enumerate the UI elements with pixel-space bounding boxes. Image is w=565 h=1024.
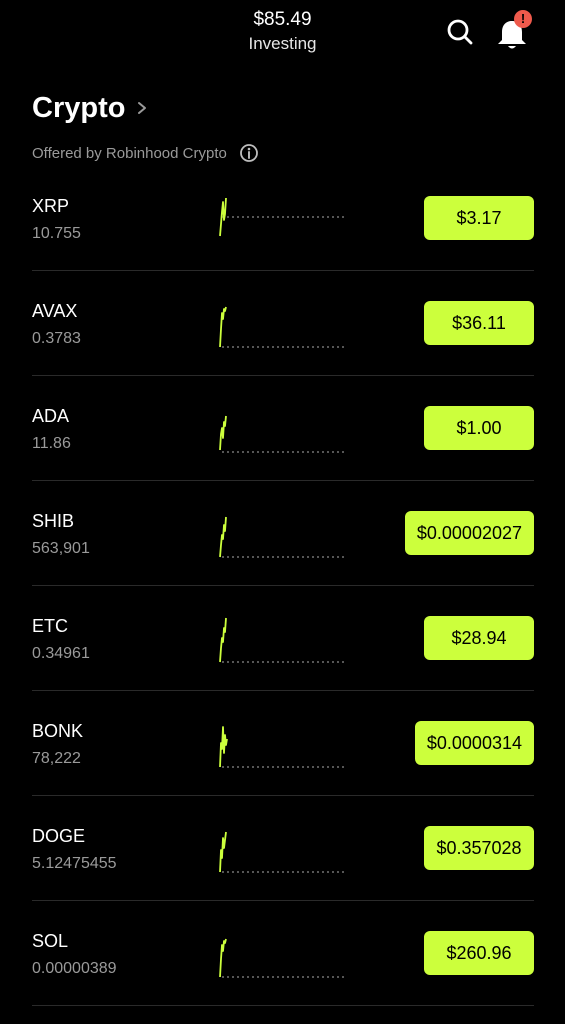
price-button[interactable]: $0.357028 [424, 826, 534, 870]
crypto-section-header[interactable]: Crypto [32, 88, 149, 128]
section-subtitle: Offered by Robinhood Crypto [32, 141, 259, 165]
price-button[interactable]: $36.11 [424, 301, 534, 345]
price-button[interactable]: $28.94 [424, 616, 534, 660]
price-button[interactable]: $260.96 [424, 931, 534, 975]
price-button[interactable]: $1.00 [424, 406, 534, 450]
crypto-symbol: ETC [32, 616, 68, 636]
sparkline-chart [219, 617, 346, 663]
price-button[interactable]: $0.0000314 [414, 721, 534, 765]
crypto-symbol: AVAX [32, 301, 78, 321]
crypto-quantity: 0.3783 [32, 330, 81, 347]
sparkline-chart [219, 516, 346, 558]
crypto-row[interactable]: AVAX 0.3783 $36.11 [0, 271, 565, 376]
sparkline-chart [219, 831, 346, 873]
search-button[interactable] [444, 16, 476, 48]
crypto-quantity: 78,222 [32, 750, 81, 767]
crypto-quantity: 563,901 [32, 540, 90, 557]
sparkline-chart [219, 197, 346, 237]
crypto-holdings-list: XRP 10.755 $3.17 AVAX 0.3783 $36.11 ADA … [0, 166, 565, 1006]
crypto-row[interactable]: ADA 11.86 $1.00 [0, 376, 565, 481]
crypto-quantity: 10.755 [32, 225, 81, 242]
crypto-quantity: 5.12475455 [32, 855, 117, 872]
crypto-row[interactable]: BONK 78,222 $0.0000314 [0, 691, 565, 796]
crypto-symbol: BONK [32, 721, 84, 741]
info-icon[interactable] [239, 143, 259, 163]
subtitle-text: Offered by Robinhood Crypto [32, 144, 227, 162]
notification-badge: ! [514, 10, 532, 28]
notifications-button[interactable]: ! [494, 8, 540, 50]
portfolio-value: $85.49 [253, 9, 312, 30]
crypto-row[interactable]: SHIB 563,901 $0.00002027 [0, 481, 565, 586]
search-icon [447, 19, 473, 45]
sparkline-chart [219, 306, 346, 348]
sparkline-chart [219, 938, 346, 978]
sparkline-chart [219, 415, 346, 453]
crypto-symbol: ADA [32, 406, 70, 426]
crypto-symbol: SOL [32, 931, 69, 951]
section-title: Crypto [32, 92, 126, 124]
crypto-symbol: SHIB [32, 511, 75, 531]
portfolio-label: Investing [248, 34, 317, 53]
price-button[interactable]: $0.00002027 [404, 511, 534, 555]
chevron-right-icon [138, 102, 147, 114]
crypto-symbol: XRP [32, 196, 70, 216]
crypto-row[interactable]: ETC 0.34961 $28.94 [0, 586, 565, 691]
crypto-symbol: DOGE [32, 826, 86, 846]
crypto-row[interactable]: DOGE 5.12475455 $0.357028 [0, 796, 565, 901]
price-button[interactable]: $3.17 [424, 196, 534, 240]
portfolio-summary[interactable]: $85.49 Investing [0, 8, 565, 56]
crypto-quantity: 0.00000389 [32, 960, 117, 977]
crypto-quantity: 0.34961 [32, 645, 90, 662]
crypto-row[interactable]: SOL 0.00000389 $260.96 [0, 901, 565, 1006]
crypto-quantity: 11.86 [32, 435, 71, 452]
crypto-row[interactable]: XRP 10.755 $3.17 [0, 166, 565, 271]
sparkline-chart [219, 726, 346, 768]
top-bar: $85.49 Investing ! [0, 0, 565, 70]
